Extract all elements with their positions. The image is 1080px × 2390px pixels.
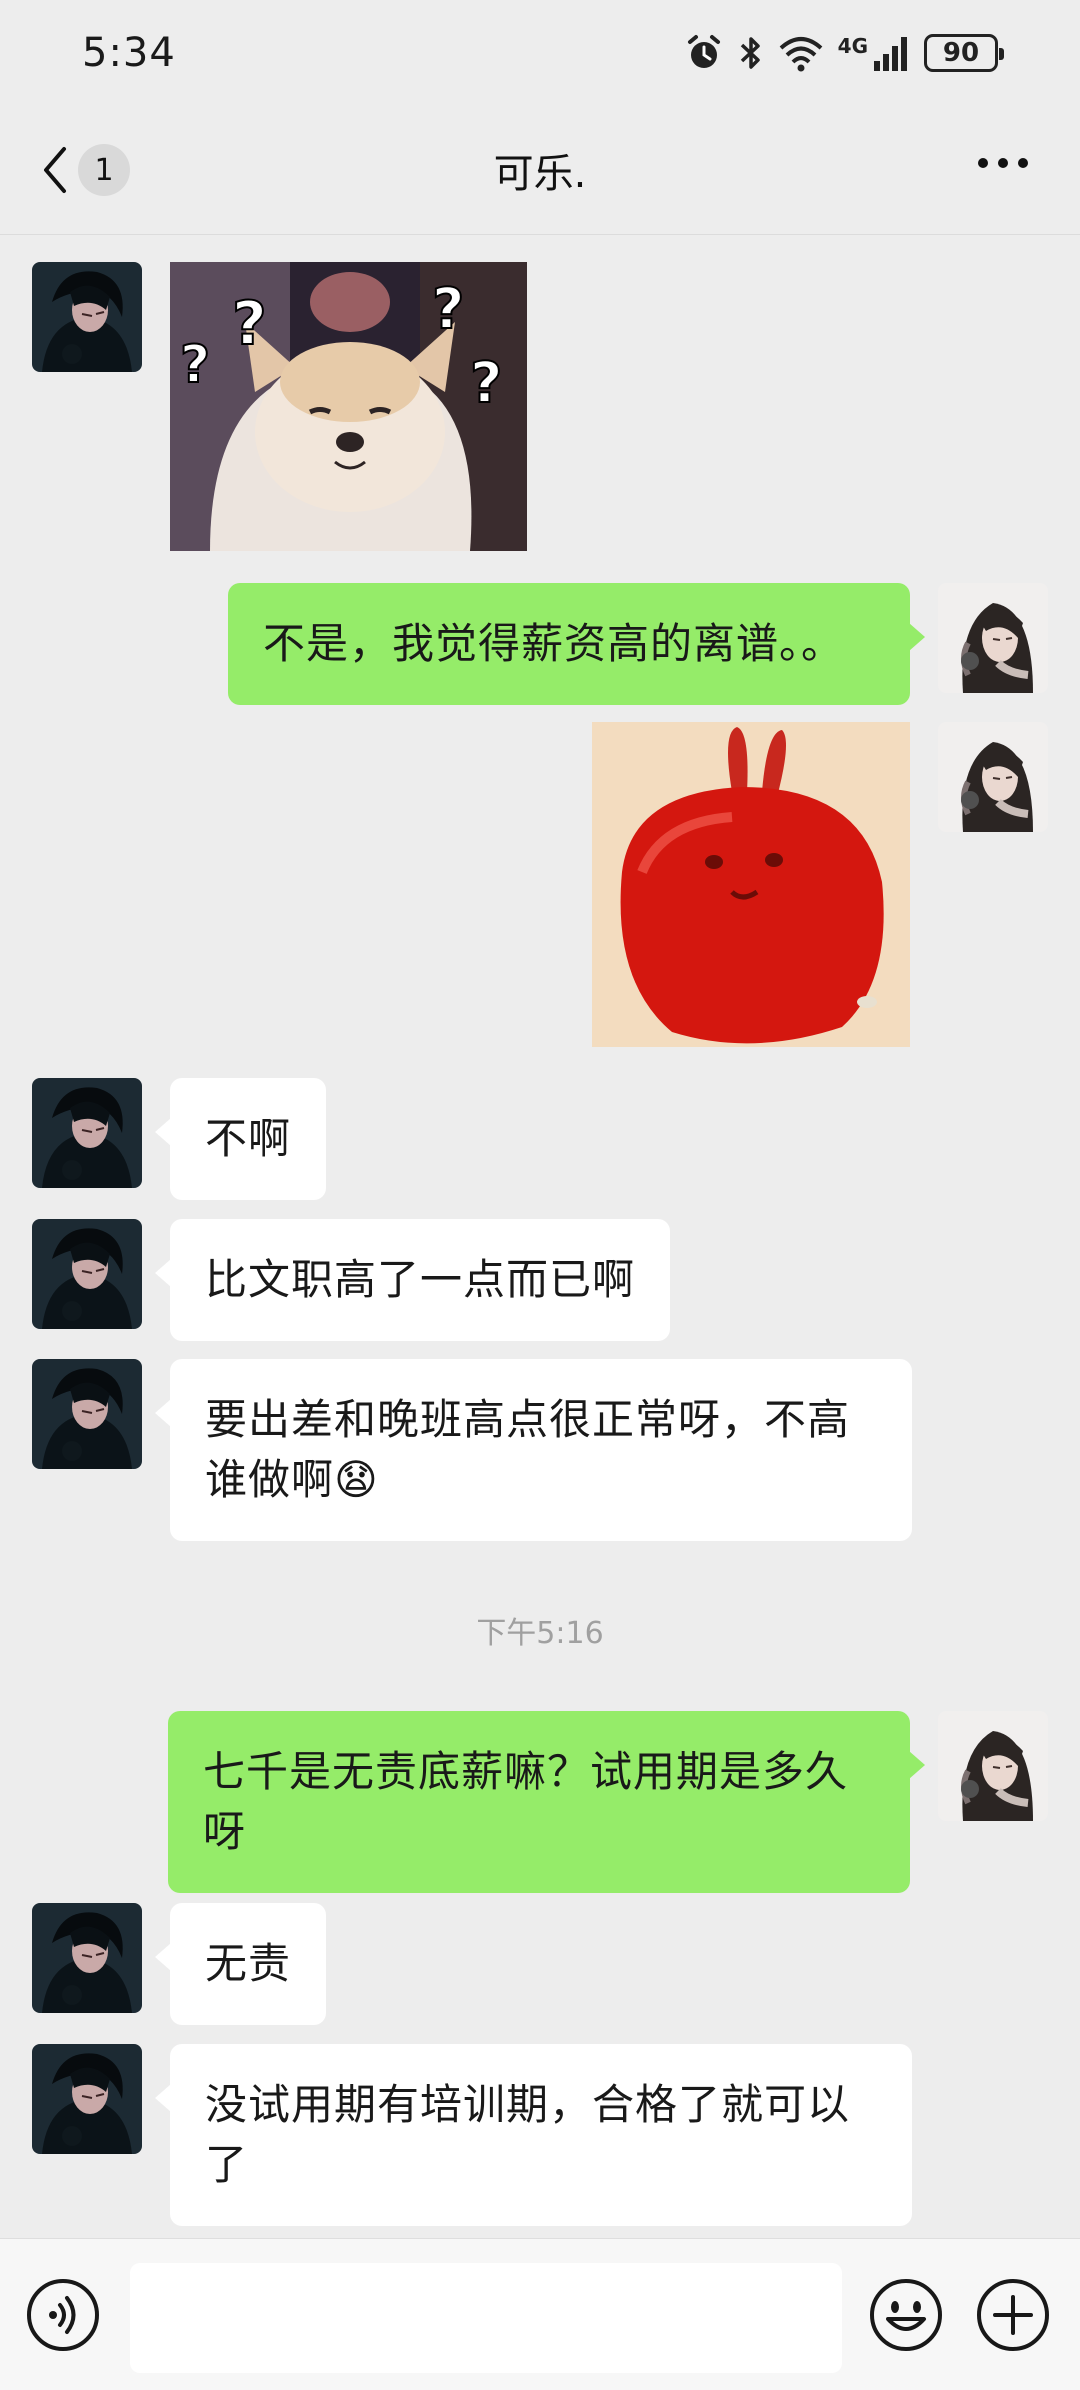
message-text: 七千是无责底薪嘛？试用期是多久呀 bbox=[203, 1747, 849, 1856]
chat-timestamp: 下午5:16 bbox=[476, 1616, 604, 1651]
contact-avatar[interactable] bbox=[32, 1078, 142, 1188]
message-text: 不是，我觉得薪资高的离谱。。 bbox=[263, 619, 845, 668]
status-bar: 5:34 4G 90 bbox=[0, 0, 1080, 105]
svg-text:?: ? bbox=[470, 351, 502, 416]
network-label: 4G bbox=[837, 33, 868, 58]
status-time: 5:34 bbox=[82, 29, 176, 76]
message-bubble-received[interactable]: 要出差和晚班高点很正常呀，不高谁做啊😧 bbox=[155, 1359, 912, 1541]
message-bubble-received[interactable]: 无责 bbox=[154, 1903, 327, 2025]
voice-icon bbox=[27, 2279, 99, 2351]
message-bubble-sent[interactable]: 不是，我觉得薪资高的离谱。。 bbox=[228, 583, 925, 705]
chat-title: 可乐. bbox=[493, 150, 587, 197]
sticker-red-bunny[interactable] bbox=[592, 722, 910, 1047]
status-icons: 4G 90 bbox=[684, 33, 1004, 73]
red-bunny-image bbox=[592, 722, 910, 1047]
contact-avatar-image bbox=[32, 1903, 142, 2013]
self-avatar[interactable] bbox=[938, 1711, 1048, 1821]
signal-icon bbox=[874, 36, 907, 71]
contact-avatar-image bbox=[32, 262, 142, 372]
message-text: 没试用期有培训期，合格了就可以了 bbox=[205, 2080, 851, 2189]
message-bubble-received[interactable]: 没试用期有培训期，合格了就可以了 bbox=[155, 2044, 912, 2226]
contact-avatar[interactable] bbox=[32, 1219, 142, 1329]
message-input[interactable] bbox=[130, 2263, 842, 2373]
contact-avatar-image bbox=[32, 1078, 142, 1188]
contact-avatar-image bbox=[32, 1359, 142, 1469]
self-avatar[interactable] bbox=[938, 722, 1048, 832]
contact-avatar[interactable] bbox=[32, 262, 142, 372]
self-avatar-image bbox=[938, 1711, 1048, 1821]
svg-text:?: ? bbox=[432, 277, 464, 342]
message-text: 无责 bbox=[205, 1939, 292, 1988]
alarm-icon bbox=[687, 34, 720, 68]
contact-avatar-image bbox=[32, 2044, 142, 2154]
more-horizontal-icon bbox=[978, 158, 1028, 168]
emoji-button[interactable] bbox=[868, 2277, 944, 2357]
svg-text:?: ? bbox=[180, 335, 210, 395]
unread-count-badge: 1 bbox=[78, 144, 130, 196]
sticker-confused-dog[interactable]: ? ? ? ? bbox=[170, 262, 527, 551]
bluetooth-icon bbox=[740, 36, 760, 69]
message-bubble-received[interactable]: 不啊 bbox=[154, 1078, 327, 1200]
emoji-icon bbox=[870, 2279, 942, 2351]
message-text: 比文职高了一点而已啊 bbox=[205, 1255, 636, 1304]
self-avatar[interactable] bbox=[938, 583, 1048, 693]
self-avatar-image bbox=[938, 583, 1048, 693]
chevron-left-icon bbox=[44, 147, 66, 193]
chat-header: 1 可乐. bbox=[0, 105, 1080, 235]
self-avatar-image bbox=[938, 722, 1048, 832]
contact-avatar[interactable] bbox=[32, 1903, 142, 2013]
message-bubble-received[interactable]: 比文职高了一点而已啊 bbox=[154, 1219, 671, 1341]
voice-button[interactable] bbox=[25, 2277, 101, 2357]
battery-icon: 90 bbox=[924, 33, 1004, 72]
message-text: 要出差和晚班高点很正常呀，不高谁做啊😧 bbox=[205, 1395, 851, 1504]
plus-icon bbox=[977, 2279, 1049, 2351]
contact-avatar[interactable] bbox=[32, 1359, 142, 1469]
more-button[interactable] bbox=[976, 155, 1030, 174]
confused-dog-image: ? ? ? ? bbox=[170, 262, 527, 551]
contact-avatar-image bbox=[32, 1219, 142, 1329]
contact-avatar[interactable] bbox=[32, 2044, 142, 2154]
message-bubble-sent[interactable]: 七千是无责底薪嘛？试用期是多久呀 bbox=[168, 1711, 925, 1893]
wifi-icon bbox=[779, 36, 822, 71]
message-text: 不啊 bbox=[205, 1114, 292, 1163]
svg-text:?: ? bbox=[232, 289, 267, 359]
more-actions-button[interactable] bbox=[975, 2277, 1051, 2357]
input-bar bbox=[0, 2238, 1080, 2390]
back-button[interactable]: 1 bbox=[40, 137, 130, 203]
battery-level: 90 bbox=[942, 37, 980, 68]
